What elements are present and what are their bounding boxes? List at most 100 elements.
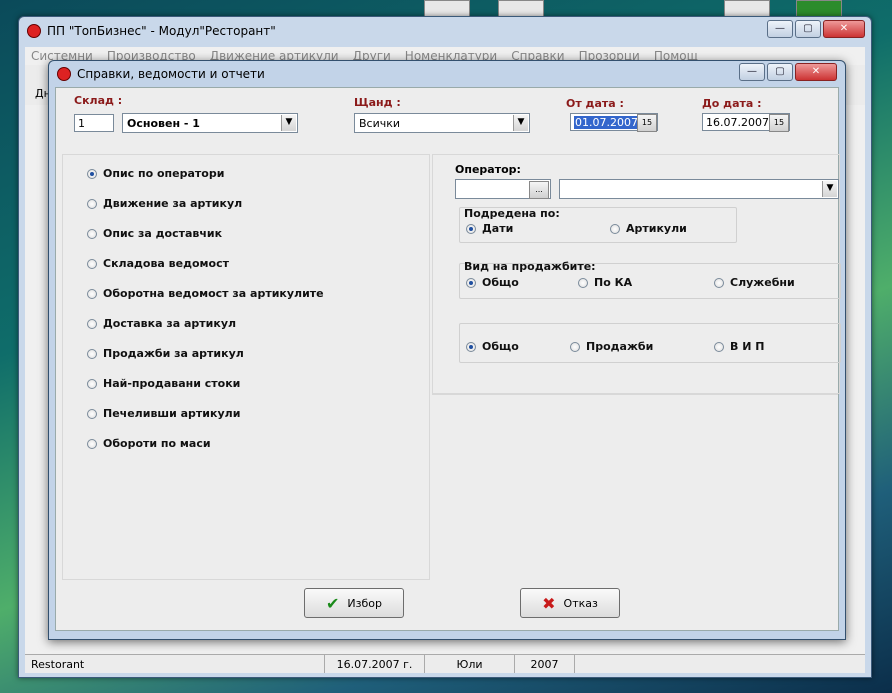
radio-icon[interactable]	[87, 438, 97, 449]
shtand-select-value: Всички	[359, 117, 401, 130]
dialog-close-button[interactable]: ✕	[795, 63, 837, 81]
chevron-down-icon[interactable]: ▼	[281, 115, 296, 131]
radio-icon[interactable]	[87, 198, 97, 209]
radio-icon[interactable]	[87, 228, 97, 239]
sorted-by-option[interactable]: Артикули	[610, 222, 687, 235]
reports-dialog: Справки, ведомости и отчети — ▢ ✕ Склад …	[48, 60, 846, 640]
report-option-label: Складова ведомост	[103, 257, 229, 270]
main-window-title-text: ПП "ТопБизнес" - Модул"Ресторант"	[47, 24, 276, 38]
sorted-by-label: Подредена по:	[464, 207, 560, 220]
report-option[interactable]: Движение за артикул	[87, 197, 242, 210]
report-option-label: Печеливши артикули	[103, 407, 241, 420]
radio-icon[interactable]	[87, 378, 97, 389]
sklad-label: Склад :	[74, 94, 123, 107]
browse-button[interactable]: ...	[529, 181, 549, 199]
report-option[interactable]: Обороти по маси	[87, 437, 211, 450]
dialog-body: Склад : 1 Основен - 1 ▼ Щанд : Всички ▼ …	[55, 87, 841, 631]
report-option-label: Оборотна ведомост за артикулите	[103, 287, 324, 300]
operator-select[interactable]: ▼	[559, 179, 839, 199]
main-window-title: ПП "ТопБизнес" - Модул"Ресторант"	[27, 23, 276, 39]
radio-icon[interactable]	[714, 341, 724, 352]
sklad-code-input[interactable]: 1	[74, 114, 114, 132]
from-date-value: 01.07.2007	[574, 116, 639, 129]
third-group-option[interactable]: Общо	[466, 340, 519, 353]
dialog-maximize-button[interactable]: ▢	[767, 63, 793, 81]
operator-label: Оператор:	[455, 163, 521, 176]
radio-icon[interactable]	[87, 318, 97, 329]
report-option-label: Най-продавани стоки	[103, 377, 241, 390]
sklad-select[interactable]: Основен - 1 ▼	[122, 113, 298, 133]
third-group-option-label: В И П	[730, 340, 765, 353]
chevron-down-icon[interactable]: ▼	[513, 115, 528, 131]
calendar-icon[interactable]: 15	[637, 114, 657, 132]
radio-icon[interactable]	[610, 223, 620, 234]
chevron-down-icon[interactable]: ▼	[822, 181, 837, 197]
dialog-minimize-button[interactable]: —	[739, 63, 765, 81]
close-button[interactable]: ✕	[823, 20, 865, 38]
report-option[interactable]: Най-продавани стоки	[87, 377, 240, 390]
calendar-icon[interactable]: 15	[769, 114, 789, 132]
status-month: Юли	[425, 655, 515, 673]
sales-kind-option-label: По КА	[594, 276, 633, 289]
report-option[interactable]: Опис по оператори	[87, 167, 224, 180]
report-option[interactable]: Опис за доставчик	[87, 227, 222, 240]
radio-icon[interactable]	[87, 258, 97, 269]
radio-icon[interactable]	[87, 288, 97, 299]
sorted-by-group: Подредена по: Дати Артикули	[459, 207, 737, 243]
report-option[interactable]: Оборотна ведомост за артикулите	[87, 287, 324, 300]
report-option[interactable]: Печеливши артикули	[87, 407, 240, 420]
radio-selected-icon[interactable]	[466, 223, 476, 234]
shtand-select[interactable]: Всички ▼	[354, 113, 530, 133]
cancel-button[interactable]: ✖ Отказ	[520, 588, 620, 618]
select-button-label: Избор	[347, 596, 382, 610]
sorted-by-option-label: Дати	[482, 222, 514, 235]
report-option[interactable]: Доставка за артикул	[87, 317, 236, 330]
to-date-value: 16.07.2007	[706, 116, 769, 129]
status-date: 16.07.2007 г.	[325, 655, 425, 673]
options-panel: Оператор: ... ▼ Подредена по: Дати Артик…	[432, 154, 841, 394]
select-button[interactable]: ✔ Избор	[304, 588, 404, 618]
report-option-label: Движение за артикул	[103, 197, 243, 210]
report-option-label: Доставка за артикул	[103, 317, 237, 330]
sklad-select-value: Основен - 1	[127, 117, 200, 130]
sales-kind-option[interactable]: Общо	[466, 276, 519, 289]
radio-icon[interactable]	[570, 341, 580, 352]
maximize-button[interactable]: ▢	[795, 20, 821, 38]
radio-selected-icon[interactable]	[466, 341, 476, 352]
report-option[interactable]: Складова ведомост	[87, 257, 229, 270]
radio-icon[interactable]	[578, 277, 588, 288]
minimize-button[interactable]: —	[767, 20, 793, 38]
sales-kind-group: Вид на продажбите: Общо По КА Служебни	[459, 260, 841, 299]
third-group: Общо Продажби В И П	[459, 323, 841, 363]
sales-kind-option[interactable]: По КА	[578, 276, 632, 289]
radio-selected-icon[interactable]	[466, 277, 476, 288]
operator-code-input[interactable]: ...	[455, 179, 551, 199]
sales-kind-option-label: Общо	[482, 276, 519, 289]
sorted-by-option-label: Артикули	[626, 222, 687, 235]
status-bar: Restorant 16.07.2007 г. Юли 2007	[25, 654, 865, 673]
checkmark-icon: ✔	[326, 593, 340, 613]
report-list-panel: Опис по оператори Движение за артикул Оп…	[62, 154, 430, 580]
from-date-label: От дата :	[566, 97, 624, 110]
sales-kind-option[interactable]: Служебни	[714, 276, 795, 289]
radio-icon[interactable]	[714, 277, 724, 288]
radio-icon[interactable]	[87, 408, 97, 419]
sorted-by-option[interactable]: Дати	[466, 222, 513, 235]
report-option-label: Продажби за артикул	[103, 347, 244, 360]
app-icon	[27, 24, 41, 38]
third-group-option[interactable]: В И П	[714, 340, 764, 353]
report-option-label: Обороти по маси	[103, 437, 211, 450]
dialog-title-text: Справки, ведомости и отчети	[77, 67, 265, 81]
radio-icon[interactable]	[87, 348, 97, 359]
cancel-button-label: Отказ	[563, 596, 598, 610]
sales-kind-option-label: Служебни	[730, 276, 795, 289]
to-date-input[interactable]: 16.07.2007 15	[702, 113, 790, 132]
third-group-option[interactable]: Продажби	[570, 340, 653, 353]
from-date-input[interactable]: 01.07.2007 15	[570, 113, 658, 132]
third-group-option-label: Продажби	[586, 340, 654, 353]
to-date-label: До дата :	[702, 97, 762, 110]
radio-selected-icon[interactable]	[87, 168, 97, 179]
dialog-app-icon	[57, 67, 71, 81]
dialog-title: Справки, ведомости и отчети	[57, 67, 265, 81]
report-option[interactable]: Продажби за артикул	[87, 347, 244, 360]
